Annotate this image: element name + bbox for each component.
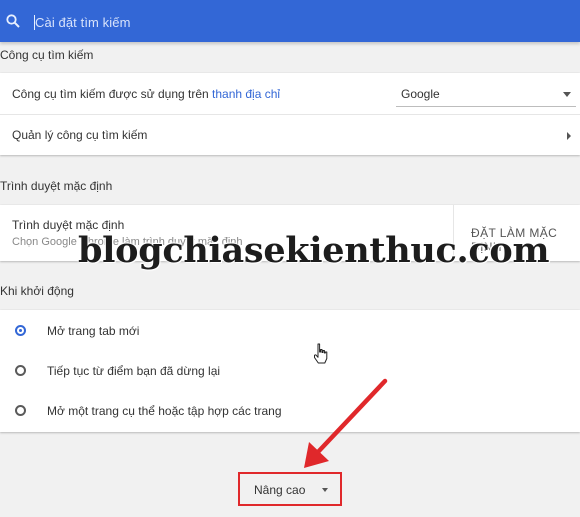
search-engine-label-text: Công cụ tìm kiếm được sử dụng trên — [12, 87, 213, 101]
startup-option-row[interactable]: Mở một trang cụ thể hoặc tập hợp các tra… — [0, 390, 580, 432]
startup-option-row[interactable]: Mở trang tab mới — [0, 310, 580, 350]
vertical-divider — [453, 205, 454, 261]
radio-button[interactable] — [15, 405, 26, 416]
top-toolbar: Cài đặt tìm kiếm — [0, 0, 580, 42]
select-underline — [396, 106, 576, 107]
radio-button[interactable] — [15, 365, 26, 376]
search-engine-row: Công cụ tìm kiếm được sử dụng trên thanh… — [0, 73, 580, 114]
search-engine-label: Công cụ tìm kiếm được sử dụng trên thanh… — [12, 87, 280, 101]
chevron-right-icon[interactable] — [567, 132, 571, 140]
search-icon[interactable] — [6, 14, 20, 28]
search-engine-card: Công cụ tìm kiếm được sử dụng trên thanh… — [0, 73, 580, 155]
dropdown-arrow-icon[interactable] — [563, 92, 571, 97]
radio-button-selected[interactable] — [15, 325, 26, 336]
on-startup-card: Mở trang tab mới Tiếp tục từ điểm bạn đã… — [0, 310, 580, 432]
startup-option-row[interactable]: Tiếp tục từ điểm bạn đã dừng lại — [0, 350, 580, 390]
address-bar-link[interactable]: thanh địa chỉ — [212, 87, 280, 101]
highlight-box — [238, 472, 342, 506]
startup-option-label: Mở một trang cụ thể hoặc tập hợp các tra… — [47, 404, 282, 418]
default-browser-card: Trình duyệt mặc định Chọn Google Chrome … — [0, 205, 580, 261]
manage-search-engines-label: Quản lý công cụ tìm kiếm — [12, 128, 148, 142]
startup-option-label: Tiếp tục từ điểm bạn đã dừng lại — [47, 364, 221, 378]
default-browser-subtitle: Chọn Google Chrome làm trình duyệt mặc đ… — [12, 236, 243, 248]
section-title-default-browser: Trình duyệt mặc định — [0, 179, 113, 193]
hand-cursor-icon — [314, 343, 328, 364]
section-title-on-startup: Khi khởi động — [0, 284, 74, 298]
section-title-search-engine: Công cụ tìm kiếm — [0, 48, 94, 62]
make-default-button[interactable]: ĐẶT LÀM MẶC ĐỊNH — [471, 226, 580, 254]
search-engine-select[interactable]: Google — [401, 87, 440, 101]
startup-option-label: Mở trang tab mới — [47, 324, 140, 338]
default-browser-title: Trình duyệt mặc định — [12, 218, 125, 232]
manage-search-engines-row[interactable]: Quản lý công cụ tìm kiếm — [0, 115, 580, 155]
search-input[interactable]: Cài đặt tìm kiếm — [35, 15, 131, 30]
